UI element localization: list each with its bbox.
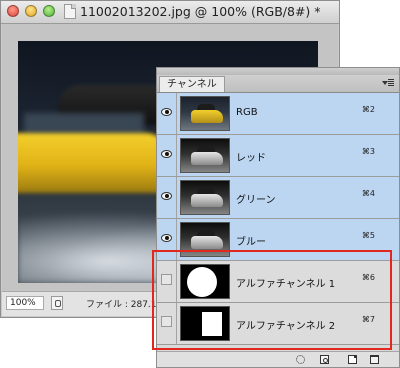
- channel-row-alpha-2[interactable]: アルファチャンネル 2 ⌘7: [157, 303, 399, 345]
- visibility-toggle[interactable]: [157, 177, 177, 218]
- channel-thumbnail: [180, 180, 230, 215]
- eye-icon: [161, 108, 172, 116]
- channel-thumbnail: [180, 96, 230, 131]
- status-info-icon[interactable]: [51, 296, 63, 310]
- minimize-window-button[interactable]: [25, 5, 37, 17]
- document-file-icon: [64, 4, 76, 19]
- channel-name: レッド: [236, 153, 266, 164]
- channel-row-green[interactable]: グリーン ⌘4: [157, 177, 399, 219]
- load-selection-icon[interactable]: [296, 355, 305, 364]
- visibility-toggle[interactable]: [157, 303, 177, 344]
- channel-name: アルファチャンネル 2: [236, 321, 336, 332]
- channels-panel: チャンネル RGB ⌘2 レッド ⌘3 グリーン ⌘4 ブルー ⌘5 アルファチ…: [156, 67, 400, 368]
- panel-tab-bar: チャンネル: [157, 75, 399, 93]
- channel-row-alpha-1[interactable]: アルファチャンネル 1 ⌘6: [157, 261, 399, 303]
- visibility-toggle[interactable]: [157, 219, 177, 260]
- channel-shortcut: ⌘4: [361, 189, 375, 198]
- save-selection-icon[interactable]: [320, 355, 329, 364]
- new-channel-icon[interactable]: [348, 355, 357, 364]
- channel-thumbnail: [180, 222, 230, 257]
- trash-icon[interactable]: [370, 355, 379, 364]
- file-size-info: ファイル : 287.1K: [86, 300, 163, 310]
- taxi-window: [24, 113, 144, 135]
- panel-footer: [157, 351, 399, 367]
- channel-row-blue[interactable]: ブルー ⌘5: [157, 219, 399, 261]
- tab-channels[interactable]: チャンネル: [159, 76, 225, 92]
- channel-shortcut: ⌘3: [361, 147, 375, 156]
- channel-thumbnail: [180, 306, 230, 341]
- visibility-toggle[interactable]: [157, 93, 177, 134]
- channel-shortcut: ⌘2: [361, 105, 375, 114]
- document-titlebar[interactable]: 11002013202.jpg @ 100% (RGB/8#) *: [1, 1, 339, 24]
- zoom-window-button[interactable]: [43, 5, 55, 17]
- empty-visibility-box: [161, 274, 172, 285]
- panel-menu-icon[interactable]: [382, 78, 394, 88]
- channel-name: ブルー: [236, 237, 266, 248]
- channel-row-rgb[interactable]: RGB ⌘2: [157, 93, 399, 135]
- zoom-level-field[interactable]: 100%: [6, 296, 44, 310]
- channel-shortcut: ⌘6: [361, 273, 375, 282]
- taxi-body: [18, 133, 168, 193]
- visibility-toggle[interactable]: [157, 261, 177, 302]
- eye-icon: [161, 192, 172, 200]
- eye-icon: [161, 234, 172, 242]
- channel-name: グリーン: [236, 195, 276, 206]
- channel-thumbnail: [180, 264, 230, 299]
- channel-name: アルファチャンネル 1: [236, 279, 336, 290]
- document-title: 11002013202.jpg @ 100% (RGB/8#) *: [80, 4, 321, 19]
- empty-visibility-box: [161, 316, 172, 327]
- close-window-button[interactable]: [7, 5, 19, 17]
- channel-shortcut: ⌘7: [361, 315, 375, 324]
- channel-name: RGB: [236, 107, 258, 118]
- eye-icon: [161, 150, 172, 158]
- channel-shortcut: ⌘5: [361, 231, 375, 240]
- channel-row-red[interactable]: レッド ⌘3: [157, 135, 399, 177]
- visibility-toggle[interactable]: [157, 135, 177, 176]
- channel-thumbnail: [180, 138, 230, 173]
